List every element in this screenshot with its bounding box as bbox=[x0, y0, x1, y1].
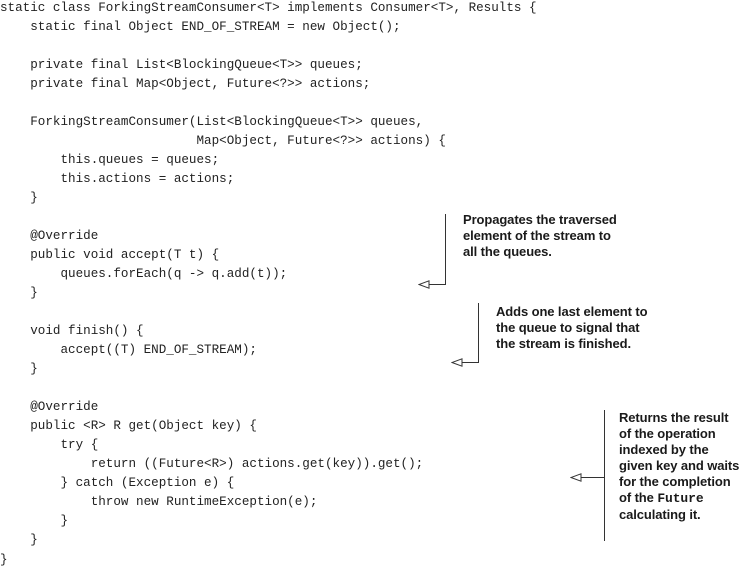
code-line: this.actions = actions; bbox=[0, 172, 235, 186]
annotation-get-line: indexed by the bbox=[619, 442, 709, 457]
annotation-finish: Adds one last element to the queue to si… bbox=[496, 304, 696, 352]
annotation-accept-line: all the queues. bbox=[463, 244, 552, 259]
code-line: return ((Future<R>) actions.get(key)).ge… bbox=[0, 457, 424, 471]
callout-line-get bbox=[604, 410, 605, 541]
annotation-finish-line: Adds one last element to bbox=[496, 304, 648, 319]
callout-arrow-accept-icon bbox=[418, 280, 430, 289]
annotation-get-line: given key and waits bbox=[619, 458, 740, 473]
code-line: } bbox=[0, 362, 38, 376]
code-line: this.queues = queues; bbox=[0, 153, 220, 167]
callout-arrow-finish-icon bbox=[451, 358, 463, 367]
annotation-get-code-term: Future bbox=[657, 491, 704, 506]
code-line: private final Map<Object, Future<?>> act… bbox=[0, 77, 371, 91]
code-line: public <R> R get(Object key) { bbox=[0, 419, 257, 433]
code-line: queues.forEach(q -> q.add(t)); bbox=[0, 267, 288, 281]
annotation-accept-line: Propagates the traversed bbox=[463, 212, 617, 227]
annotation-finish-line: the stream is finished. bbox=[496, 336, 631, 351]
code-line: } bbox=[0, 533, 38, 547]
code-line: } bbox=[0, 514, 69, 528]
code-line: } bbox=[0, 553, 8, 567]
annotation-get-line: of the Future bbox=[619, 490, 755, 507]
annotation-get-line: calculating it. bbox=[619, 507, 701, 522]
annotation-accept: Propagates the traversed element of the … bbox=[463, 212, 663, 260]
annotation-get-text: of the bbox=[619, 490, 654, 505]
callout-arrow-get-icon bbox=[570, 473, 582, 482]
annotation-get-line: Returns the result bbox=[619, 410, 729, 425]
code-line: private final List<BlockingQueue<T>> que… bbox=[0, 58, 363, 72]
annotation-finish-line: the queue to signal that bbox=[496, 320, 640, 335]
code-line: @Override bbox=[0, 400, 99, 414]
code-line: } catch (Exception e) { bbox=[0, 476, 235, 490]
code-line: } bbox=[0, 286, 38, 300]
annotation-get: Returns the result of the operation inde… bbox=[619, 410, 755, 523]
callout-line-finish bbox=[478, 303, 479, 363]
annotation-get-line: of the operation bbox=[619, 426, 716, 441]
code-line: Map<Object, Future<?>> actions) { bbox=[0, 134, 446, 148]
annotation-get-line: for the completion bbox=[619, 474, 731, 489]
code-line: } bbox=[0, 191, 38, 205]
code-line: public void accept(T t) { bbox=[0, 248, 220, 262]
code-line: accept((T) END_OF_STREAM); bbox=[0, 343, 257, 357]
code-line: @Override bbox=[0, 229, 99, 243]
callout-line-accept bbox=[445, 214, 446, 284]
code-line: static class ForkingStreamConsumer<T> im… bbox=[0, 1, 537, 15]
code-line: throw new RuntimeException(e); bbox=[0, 495, 318, 509]
annotation-accept-line: element of the stream to bbox=[463, 228, 611, 243]
code-line: ForkingStreamConsumer(List<BlockingQueue… bbox=[0, 115, 424, 129]
callout-line-get-horizontal bbox=[579, 477, 605, 478]
code-line: void finish() { bbox=[0, 324, 144, 338]
code-line: static final Object END_OF_STREAM = new … bbox=[0, 20, 401, 34]
code-line: try { bbox=[0, 438, 99, 452]
